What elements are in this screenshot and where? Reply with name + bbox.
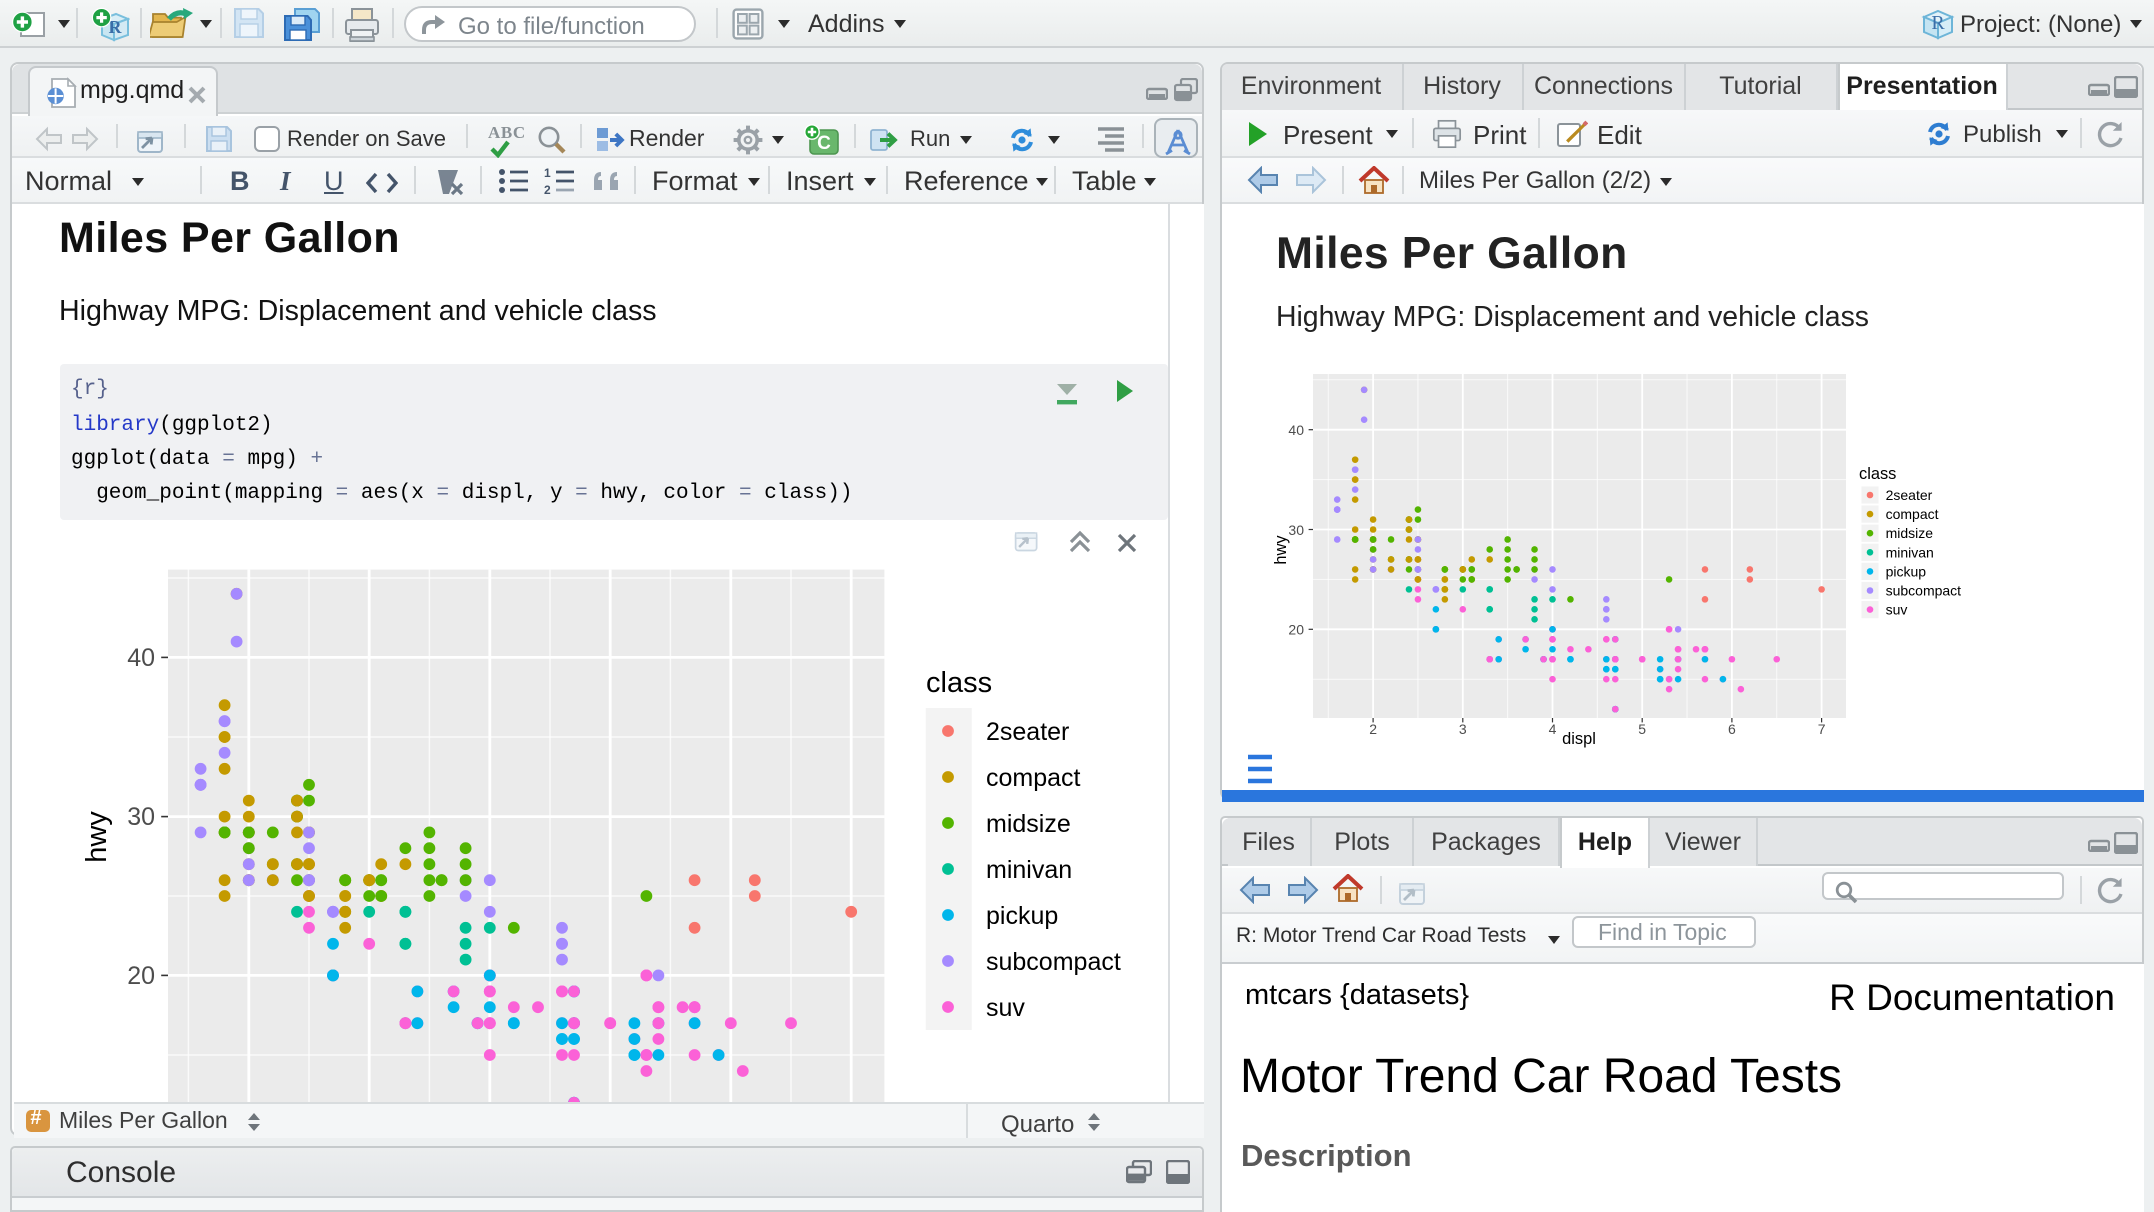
svg-text:midsize: midsize: [986, 809, 1071, 837]
svg-text:20: 20: [1287, 621, 1303, 637]
svg-text:30: 30: [127, 802, 155, 830]
svg-text:hwy: hwy: [81, 810, 113, 862]
svg-text:2seater: 2seater: [986, 717, 1069, 745]
svg-text:ABC: ABC: [488, 123, 524, 142]
svg-text:40: 40: [127, 643, 155, 671]
svg-text:5: 5: [1637, 721, 1645, 737]
svg-text:pickup: pickup: [1885, 563, 1926, 579]
svg-text:suv: suv: [986, 993, 1025, 1021]
svg-text:6: 6: [1727, 721, 1735, 737]
svg-text:displ: displ: [1561, 730, 1595, 748]
svg-text:3: 3: [1458, 721, 1466, 737]
svg-text:R: R: [1931, 11, 1945, 33]
svg-text:suv: suv: [1885, 602, 1907, 618]
svg-text:subcompact: subcompact: [1885, 583, 1961, 599]
svg-text:40: 40: [1287, 422, 1303, 438]
svg-text:class: class: [1858, 465, 1895, 483]
svg-text:2seater: 2seater: [1885, 487, 1932, 503]
svg-text:30: 30: [1287, 522, 1303, 538]
svg-text:minivan: minivan: [1885, 544, 1933, 560]
svg-text:pickup: pickup: [986, 901, 1058, 929]
svg-text:compact: compact: [1885, 506, 1938, 522]
svg-text:2: 2: [544, 184, 551, 195]
svg-text:2: 2: [1368, 721, 1376, 737]
svg-text:C: C: [817, 133, 831, 154]
svg-text:4: 4: [1548, 721, 1556, 737]
svg-text:hwy: hwy: [1271, 535, 1289, 565]
svg-text:class: class: [926, 666, 992, 698]
svg-text:1: 1: [544, 169, 551, 181]
svg-text:7: 7: [1817, 721, 1825, 737]
svg-text:compact: compact: [986, 763, 1081, 791]
svg-text:subcompact: subcompact: [986, 947, 1121, 975]
svg-text:midsize: midsize: [1885, 525, 1933, 541]
svg-text:20: 20: [127, 961, 155, 989]
svg-text:minivan: minivan: [986, 855, 1072, 883]
